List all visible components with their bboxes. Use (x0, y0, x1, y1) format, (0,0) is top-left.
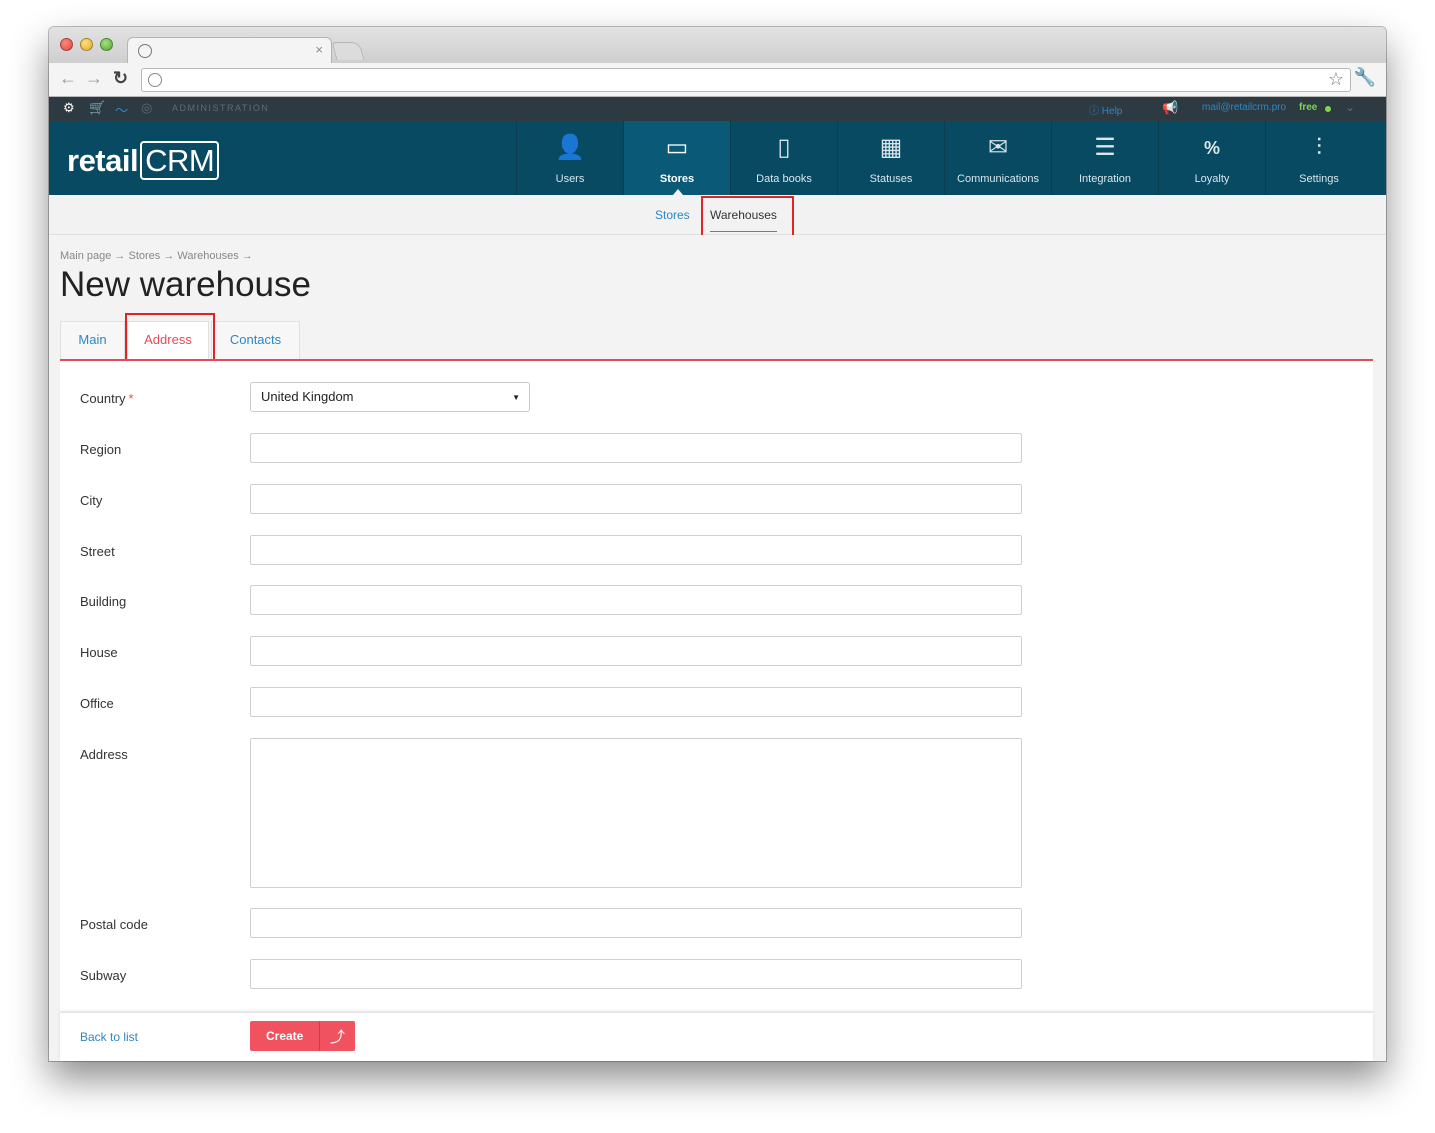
country-label-text: Country (80, 391, 126, 406)
tab-contacts[interactable]: Contacts (211, 321, 300, 359)
postal-code-input[interactable] (250, 908, 1022, 938)
bookmark-star-icon[interactable]: ☆ (1328, 69, 1344, 90)
country-value: United Kingdom (261, 389, 354, 404)
nav-label: Loyalty (1194, 173, 1230, 185)
building-label: Building (80, 594, 127, 609)
nav-integration[interactable]: ☰ Integration (1051, 121, 1158, 195)
online-status-dot (1325, 106, 1331, 112)
street-input[interactable] (250, 535, 1022, 565)
cart-icon[interactable]: 🛒 (89, 100, 105, 116)
close-window-button[interactable] (60, 38, 73, 51)
help-link[interactable]: ⓘ Help (1089, 102, 1122, 117)
new-tab-button[interactable] (331, 42, 365, 60)
city-input[interactable] (250, 484, 1022, 514)
chart-icon[interactable]: 〜 (115, 100, 128, 119)
address-bar[interactable]: ☆ (141, 68, 1351, 92)
city-label: City (80, 493, 103, 508)
retailcrm-logo[interactable]: retail CRM (67, 141, 220, 180)
postal-code-label: Postal code (80, 917, 148, 932)
form-footer: Back to list Create ⤴ (60, 1013, 1373, 1061)
breadcrumb[interactable]: Main page → Stores → Warehouses → (60, 250, 253, 262)
nav-stores[interactable]: ▭ Stores (623, 121, 730, 195)
grid-icon: ▦ (879, 134, 903, 161)
create-label: Create (266, 1029, 304, 1043)
logo-crm-text: CRM (140, 141, 220, 180)
nav-label: Stores (659, 173, 695, 185)
book-icon: ▯ (777, 134, 791, 161)
globe-icon (148, 73, 162, 87)
region-label: Region (80, 442, 122, 457)
envelope-icon: ✉ (987, 134, 1009, 161)
reload-icon[interactable]: ↻ (113, 68, 128, 89)
back-arrow-icon[interactable]: ← (59, 68, 77, 89)
browser-window: × ← → ↻ ☆ 🔧 ⚙ 🛒 〜 ◎ ADMINISTRATION ⓘ Hel… (49, 27, 1386, 1061)
house-input[interactable] (250, 636, 1022, 666)
page-content: Main page → Stores → Warehouses → New wa… (49, 235, 1386, 1061)
dropdown-arrow-icon: ▼ (512, 393, 520, 402)
required-mark: * (128, 391, 134, 406)
nav-statuses[interactable]: ▦ Statuses (837, 121, 944, 195)
upload-arrow-icon: ⤴ (330, 1029, 346, 1046)
percent-tag-icon: % (1203, 138, 1220, 158)
page-title: New warehouse (60, 265, 311, 304)
admin-bar: ⚙ 🛒 〜 ◎ ADMINISTRATION ⓘ Help 📢 mail@ret… (49, 97, 1386, 121)
gear-icon[interactable]: ⚙ (63, 100, 75, 116)
address-textarea[interactable] (250, 738, 1022, 888)
create-button[interactable]: Create ⤴ (250, 1021, 355, 1051)
target-icon[interactable]: ◎ (141, 100, 152, 116)
megaphone-icon[interactable]: 📢 (1162, 100, 1178, 116)
maximize-window-button[interactable] (100, 38, 113, 51)
subnav-stores[interactable]: Stores (655, 208, 690, 222)
integration-icon: ☰ (1094, 134, 1116, 161)
nav-label: Users (555, 173, 585, 185)
nav-users[interactable]: 👤 Users (516, 121, 623, 195)
region-input[interactable] (250, 433, 1022, 463)
nav-label: Data books (756, 173, 812, 185)
back-to-list-link[interactable]: Back to list (80, 1030, 138, 1044)
highlight-box (125, 313, 215, 365)
user-icon: 👤 (555, 134, 585, 161)
nav-label: Communications (957, 173, 1039, 185)
minimize-window-button[interactable] (80, 38, 93, 51)
nav-loyalty[interactable]: % Loyalty (1158, 121, 1265, 195)
nav-communications[interactable]: ✉ Communications (944, 121, 1051, 195)
street-label: Street (80, 544, 115, 559)
tab-main[interactable]: Main (60, 321, 125, 359)
globe-icon (138, 44, 152, 58)
button-divider (319, 1021, 320, 1051)
logo-text: retail (67, 143, 139, 178)
nav-label: Settings (1299, 173, 1339, 185)
browser-tabstrip: × (49, 27, 1386, 64)
browser-toolbar: ← → ↻ ☆ 🔧 (49, 63, 1386, 97)
nav-data-books[interactable]: ▯ Data books (730, 121, 837, 195)
nav-label: Statuses (869, 173, 913, 185)
user-email[interactable]: mail@retailcrm.pro (1202, 102, 1286, 113)
nav-label: Integration (1079, 173, 1131, 185)
building-input[interactable] (250, 585, 1022, 615)
subway-label: Subway (80, 968, 127, 983)
office-input[interactable] (250, 687, 1022, 717)
admin-label: ADMINISTRATION (172, 103, 270, 113)
sliders-icon: ⫶ (1316, 134, 1322, 161)
store-window-icon: ▭ (665, 134, 689, 161)
chevron-down-icon[interactable]: ⌄ (1345, 100, 1355, 114)
browser-tab[interactable]: × (127, 37, 332, 64)
office-label: Office (80, 696, 114, 711)
sub-nav: Stores Warehouses (49, 195, 1386, 245)
address-label: Address (80, 747, 128, 762)
close-tab-icon[interactable]: × (315, 42, 323, 57)
nav-settings[interactable]: ⫶ Settings (1265, 121, 1372, 195)
wrench-icon[interactable]: 🔧 (1354, 67, 1376, 88)
house-label: House (80, 645, 118, 660)
help-label: Help (1101, 106, 1123, 117)
forward-arrow-icon[interactable]: → (85, 68, 103, 89)
country-select[interactable]: United Kingdom ▼ (250, 382, 530, 412)
country-label: Country * (80, 391, 134, 406)
main-nav: retail CRM 👤 Users ▭ Stores ▯ Data books … (49, 121, 1386, 195)
subway-input[interactable] (250, 959, 1022, 989)
address-form: Country * United Kingdom ▼ Region City St… (60, 361, 1373, 1011)
plan-badge: free (1299, 102, 1318, 113)
